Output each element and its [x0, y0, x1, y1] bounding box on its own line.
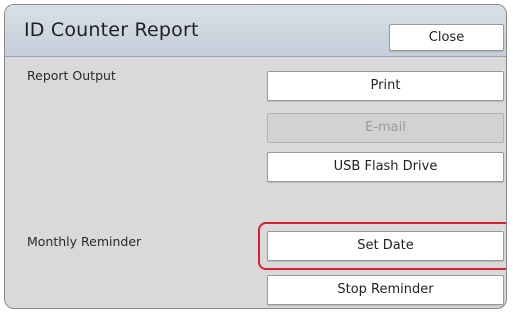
dialog-header: ID Counter Report Close — [5, 5, 506, 57]
report-output-label: Report Output — [27, 68, 116, 83]
monthly-reminder-label: Monthly Reminder — [27, 234, 142, 249]
set-date-button[interactable]: Set Date — [267, 231, 504, 261]
dialog-title: ID Counter Report — [24, 19, 199, 41]
id-counter-report-dialog: ID Counter Report Close Report Output Pr… — [4, 4, 507, 309]
stop-reminder-button[interactable]: Stop Reminder — [267, 275, 504, 305]
close-button[interactable]: Close — [389, 24, 504, 51]
screen: ID Counter Report Close Report Output Pr… — [0, 0, 513, 315]
email-button: E-mail — [267, 113, 504, 143]
print-button[interactable]: Print — [267, 71, 504, 101]
usb-flash-drive-button[interactable]: USB Flash Drive — [267, 152, 504, 182]
